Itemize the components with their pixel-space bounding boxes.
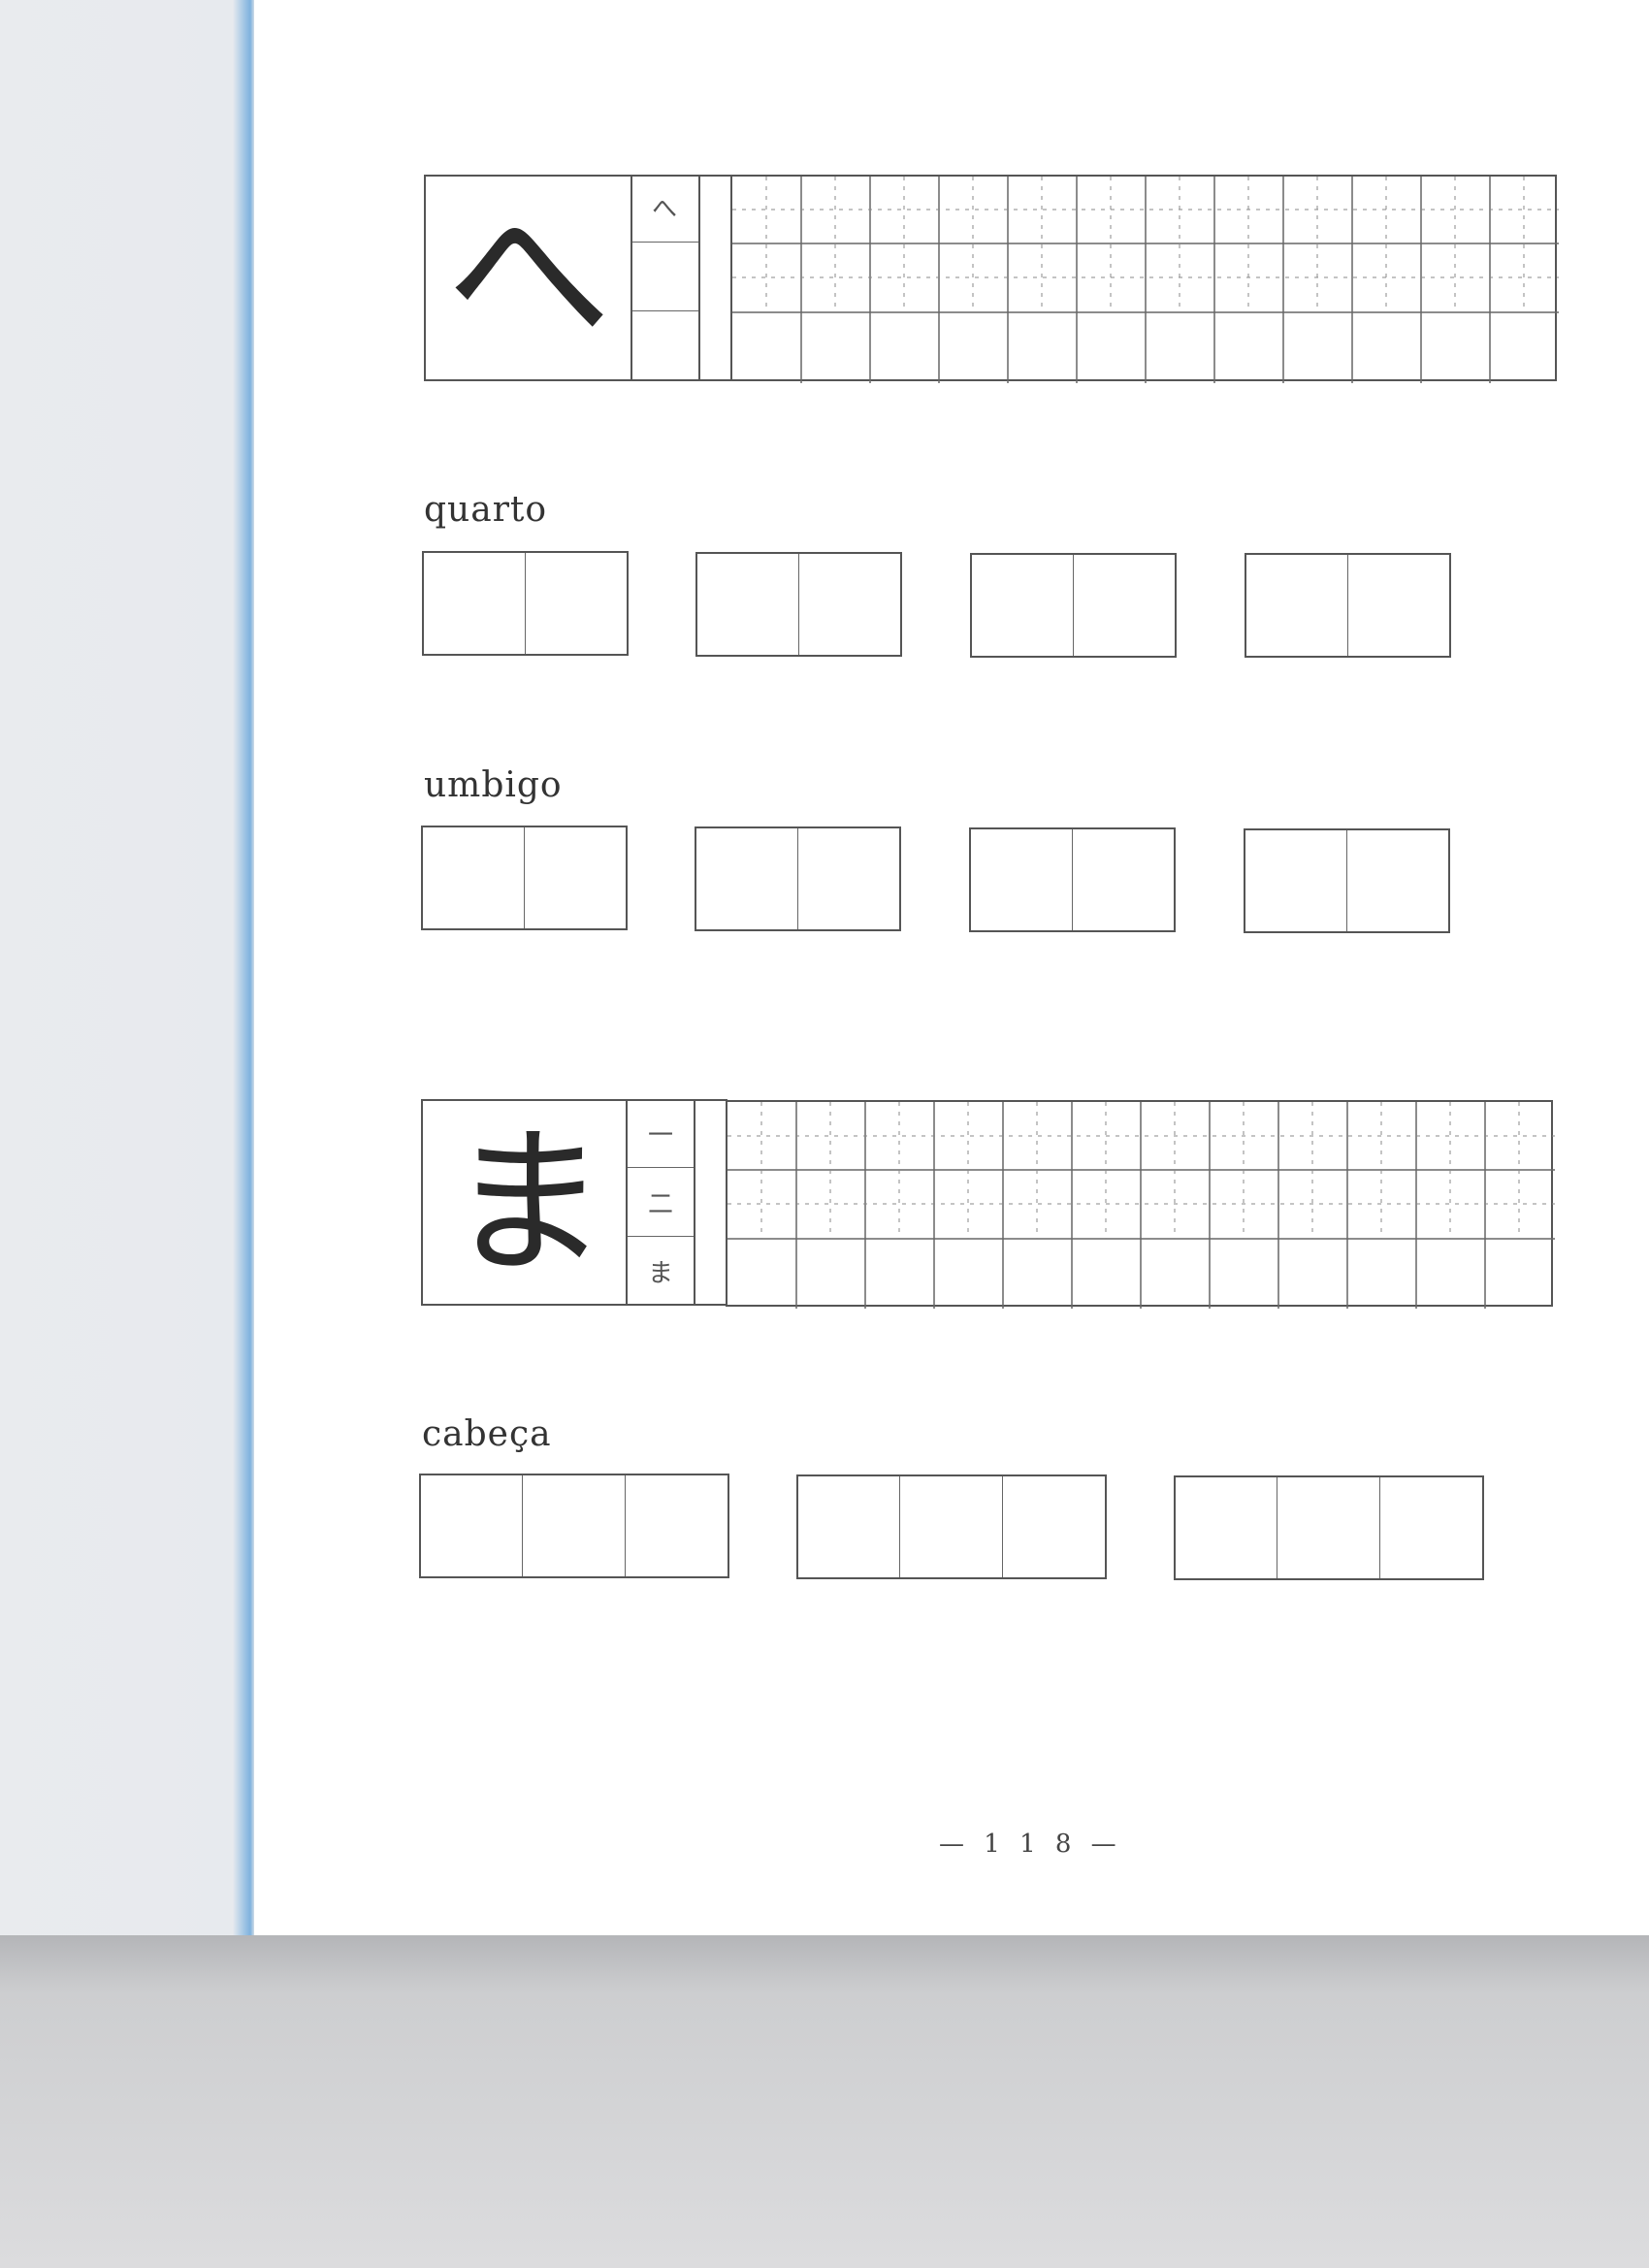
answer-box-group[interactable] [1244,828,1450,933]
word-label-cabeca: cabeça [422,1414,552,1454]
answer-box-group[interactable] [695,826,901,931]
answer-box-group[interactable] [422,551,629,656]
practice-grid[interactable] [726,1100,1555,1309]
practice-grid[interactable] [730,175,1559,383]
stroke-step-2: 二 [648,1190,674,1219]
answer-box-group[interactable] [796,1474,1107,1579]
answer-box-group[interactable] [419,1474,729,1578]
stroke-step-1: 一 [648,1121,674,1150]
stroke-step-3: ま [648,1259,674,1288]
page-number: — 1 1 8 — [939,1830,1122,1859]
model-char: へ [446,180,612,373]
stroke-step-1: へ [652,195,678,224]
word-label-umbigo: umbigo [424,765,563,805]
practice-grid-lines [732,177,1559,383]
answer-box-group[interactable] [695,552,902,657]
scan-background [0,1935,1649,2268]
practice-grid-lines [728,1102,1555,1309]
answer-box-group[interactable] [1245,553,1451,658]
word-label-quarto: quarto [424,490,548,530]
answer-box-group[interactable] [1174,1475,1484,1580]
model-char: ま [448,1110,608,1296]
answer-box-group[interactable] [970,553,1177,658]
answer-box-group[interactable] [421,826,628,930]
separator-bar [698,175,732,381]
separator-bar [694,1099,728,1306]
page-edge [0,0,254,1935]
answer-box-group[interactable] [969,827,1176,932]
